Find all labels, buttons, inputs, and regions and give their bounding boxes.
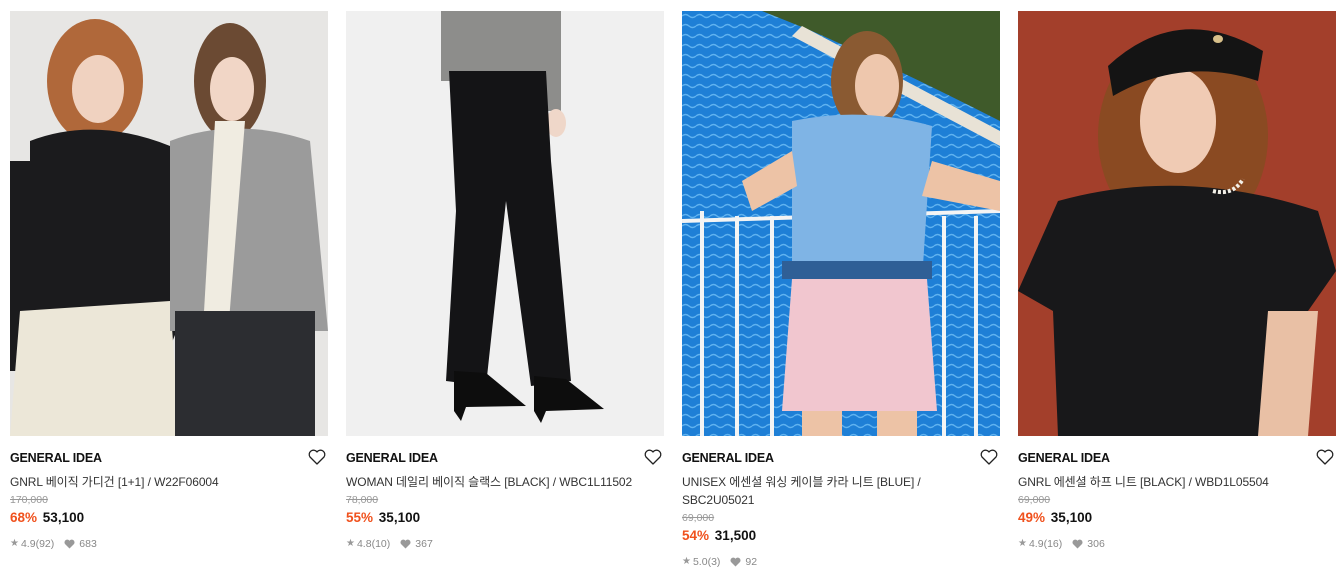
product-name[interactable]: WOMAN 데일리 베이직 슬랙스 [BLACK] / WBC1L11502 <box>346 473 664 491</box>
product-photo-knit <box>682 11 1000 436</box>
discount-rate: 55% <box>346 510 374 525</box>
product-photo-half-knit <box>1018 11 1336 436</box>
product-info: GENERAL IDEA GNRL 에센셜 하프 니트 [BLACK] / WB… <box>1018 436 1336 551</box>
discount-rate: 49% <box>1018 510 1046 525</box>
like-count: 367 <box>415 538 433 550</box>
wishlist-heart-icon[interactable] <box>308 449 326 465</box>
product-name[interactable]: UNISEX 에센셜 워싱 케이블 카라 니트 [BLUE] / SBC2U05… <box>682 473 1000 509</box>
star-icon: ★ <box>1018 538 1027 549</box>
star-icon: ★ <box>10 538 19 549</box>
likes-heart-icon <box>400 539 411 549</box>
review-count: (3) <box>707 556 721 568</box>
product-brand[interactable]: GENERAL IDEA <box>346 450 664 466</box>
product-meta: ★ 5.0 (3) 92 <box>682 555 1000 569</box>
review-count: (16) <box>1043 538 1063 550</box>
price-row: 49% 35,100 <box>1018 508 1336 528</box>
rating-value: 4.9 <box>1028 538 1044 550</box>
wishlist-heart-icon[interactable] <box>1316 449 1334 465</box>
likes-heart-icon <box>1072 539 1083 549</box>
sale-price: 31,500 <box>714 528 757 543</box>
price-row: 54% 31,500 <box>682 526 1000 546</box>
product-photo[interactable] <box>346 11 664 436</box>
likes-heart-icon <box>730 557 741 567</box>
price-row: 55% 35,100 <box>346 508 664 528</box>
product-brand[interactable]: GENERAL IDEA <box>10 450 328 466</box>
product-card[interactable]: GENERAL IDEA UNISEX 에센셜 워싱 케이블 카라 니트 [BL… <box>682 11 1000 569</box>
like-count: 306 <box>1087 538 1105 550</box>
product-info: GENERAL IDEA WOMAN 데일리 베이직 슬랙스 [BLACK] /… <box>346 436 664 551</box>
product-photo-cardigan <box>10 11 328 436</box>
sale-price: 35,100 <box>1050 510 1093 525</box>
original-price: 170,000 <box>10 494 48 506</box>
original-price: 78,000 <box>346 494 379 506</box>
rating-value: 4.9 <box>20 538 36 550</box>
rating-value: 5.0 <box>692 556 708 568</box>
review-count: (92) <box>35 538 55 550</box>
product-meta: ★ 4.9 (16) 306 <box>1018 537 1336 551</box>
product-photo[interactable] <box>10 11 328 436</box>
product-meta: ★ 4.8 (10) 367 <box>346 537 664 551</box>
product-card[interactable]: GENERAL IDEA GNRL 에센셜 하프 니트 [BLACK] / WB… <box>1018 11 1336 569</box>
wishlist-heart-icon[interactable] <box>980 449 998 465</box>
product-grid: GENERAL IDEA GNRL 베이직 가디건 [1+1] / W22F06… <box>10 11 1336 569</box>
product-info: GENERAL IDEA UNISEX 에센셜 워싱 케이블 카라 니트 [BL… <box>682 436 1000 569</box>
product-name[interactable]: GNRL 베이직 가디건 [1+1] / W22F06004 <box>10 473 328 491</box>
discount-rate: 68% <box>10 510 38 525</box>
sale-price: 35,100 <box>378 510 421 525</box>
discount-rate: 54% <box>682 528 710 543</box>
original-price: 69,000 <box>1018 494 1051 506</box>
wishlist-heart-icon[interactable] <box>644 449 662 465</box>
original-price: 69,000 <box>682 512 715 524</box>
rating-value: 4.8 <box>356 538 372 550</box>
product-meta: ★ 4.9 (92) 683 <box>10 537 328 551</box>
product-card[interactable]: GENERAL IDEA WOMAN 데일리 베이직 슬랙스 [BLACK] /… <box>346 11 664 569</box>
star-icon: ★ <box>346 538 355 549</box>
like-count: 92 <box>745 556 758 568</box>
product-photo[interactable] <box>682 11 1000 436</box>
review-count: (10) <box>371 538 391 550</box>
product-name[interactable]: GNRL 에센셜 하프 니트 [BLACK] / WBD1L05504 <box>1018 473 1336 491</box>
product-brand[interactable]: GENERAL IDEA <box>1018 450 1336 466</box>
product-card[interactable]: GENERAL IDEA GNRL 베이직 가디건 [1+1] / W22F06… <box>10 11 328 569</box>
product-photo-slacks <box>346 11 664 436</box>
product-info: GENERAL IDEA GNRL 베이직 가디건 [1+1] / W22F06… <box>10 436 328 551</box>
star-icon: ★ <box>682 556 691 567</box>
likes-heart-icon <box>64 539 75 549</box>
product-brand[interactable]: GENERAL IDEA <box>682 450 1000 466</box>
sale-price: 53,100 <box>42 510 85 525</box>
product-photo[interactable] <box>1018 11 1336 436</box>
price-row: 68% 53,100 <box>10 508 328 528</box>
like-count: 683 <box>79 538 97 550</box>
